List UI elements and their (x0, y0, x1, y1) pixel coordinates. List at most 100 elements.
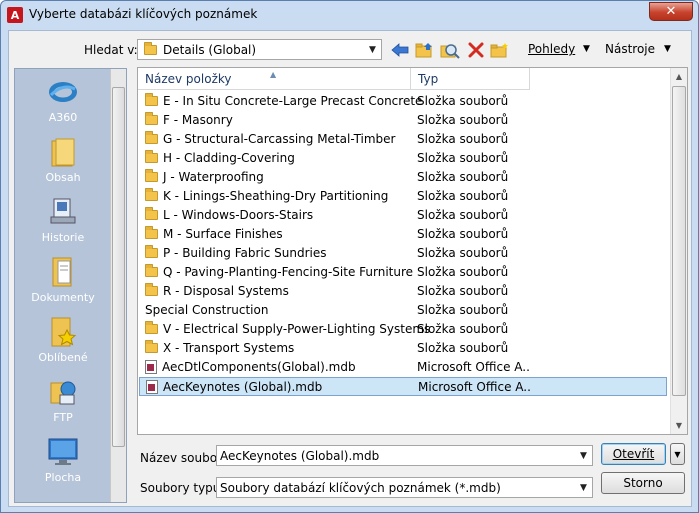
file-list-row[interactable]: X - Transport Systems Složka souborů (139, 339, 667, 358)
file-list-row[interactable]: L - Windows-Doors-Stairs Složka souborů (139, 206, 667, 225)
tools-label: Nástroje (605, 42, 656, 56)
folder-icon (145, 264, 158, 277)
file-name-cell: AecDtlComponents(Global).mdb (145, 360, 356, 374)
folder-icon (145, 131, 158, 144)
folder-icon (145, 188, 158, 201)
chevron-down-icon[interactable]: ▼ (364, 40, 381, 59)
file-type-cell: Složka souborů (417, 132, 509, 146)
scroll-up-icon[interactable]: ▲ (671, 68, 687, 85)
access-database-icon (145, 360, 157, 374)
close-icon: ✕ (665, 4, 677, 19)
file-type-cell: Složka souborů (417, 94, 509, 108)
file-list-row[interactable]: AecKeynotes (Global).mdb Microsoft Office… (139, 377, 667, 396)
place-a360[interactable]: A360 (15, 77, 111, 124)
back-arrow-icon[interactable] (389, 40, 411, 60)
place-label: Dokumenty (31, 291, 95, 304)
file-name-cell: H - Cladding-Covering (145, 150, 295, 165)
look-in-combo[interactable]: Details (Global) ▼ (137, 39, 382, 60)
a360-icon (47, 77, 79, 107)
file-list-row[interactable]: P - Building Fabric Sundries Složka soubo… (139, 244, 667, 263)
file-type-cell: Složka souborů (417, 265, 509, 279)
file-name-cell: K - Linings-Sheathing-Dry Partitioning (145, 188, 389, 203)
file-type-cell: Složka souborů (417, 151, 509, 165)
file-list-scrollbar[interactable]: ▲ ▼ (670, 68, 687, 434)
file-name-label: Special Construction (145, 303, 269, 317)
history-icon (47, 197, 79, 227)
file-list-row[interactable]: E - In Situ Concrete-Large Precast Concr… (139, 92, 667, 111)
filename-combo[interactable]: AecKeynotes (Global).mdb ▼ (216, 445, 593, 466)
chevron-down-icon[interactable]: ▼ (575, 478, 592, 497)
places-scrollbar[interactable] (110, 69, 126, 502)
views-chevron-down-icon[interactable]: ▼ (583, 44, 590, 54)
file-type-cell: Složka souborů (417, 284, 509, 298)
file-type-cell: Složka souborů (417, 227, 509, 241)
search-web-icon[interactable] (439, 40, 461, 60)
place-historie[interactable]: Historie (15, 197, 111, 244)
file-name-label: F - Masonry (163, 113, 233, 127)
file-type-cell: Složka souborů (417, 322, 509, 336)
up-folder-icon[interactable] (414, 40, 436, 60)
folder-icon (145, 321, 158, 334)
folder-icon (145, 150, 158, 163)
chevron-down-icon[interactable]: ▼ (575, 446, 592, 465)
file-name-label: L - Windows-Doors-Stairs (163, 208, 314, 222)
file-type-cell: Složka souborů (417, 208, 509, 222)
autocad-logo-icon: A (7, 7, 23, 23)
file-list-row[interactable]: R - Disposal Systems Složka souborů (139, 282, 667, 301)
column-header-type[interactable]: Typ (411, 68, 530, 90)
new-folder-icon[interactable] (489, 40, 511, 60)
file-type-cell: Microsoft Office A... (418, 380, 530, 394)
file-type-cell: Složka souborů (417, 303, 509, 317)
views-label: Pohledy (528, 42, 576, 56)
file-list-row[interactable]: K - Linings-Sheathing-Dry Partitioning Sl… (139, 187, 667, 206)
places-scroll-thumb[interactable] (112, 87, 125, 447)
file-name-cell: V - Electrical Supply-Power-Lighting Sys… (145, 321, 430, 336)
filetype-combo[interactable]: Soubory databází klíčových poznámek (*.m… (216, 477, 593, 498)
place-dokumenty[interactable]: Dokumenty (15, 257, 111, 304)
sort-ascending-icon: ▲ (270, 70, 277, 79)
tools-chevron-down-icon[interactable]: ▼ (664, 44, 671, 54)
chevron-down-icon: ▼ (674, 449, 681, 459)
column-header-label: Název položky (145, 72, 232, 86)
file-name-label: AecDtlComponents(Global).mdb (162, 360, 356, 374)
place-label: Historie (41, 231, 85, 244)
file-list-row[interactable]: F - Masonry Složka souborů (139, 111, 667, 130)
file-list-row[interactable]: M - Surface Finishes Složka souborů (139, 225, 667, 244)
title-bar[interactable]: A Vyberte databázi klíčových poznámek ✕ (1, 1, 698, 29)
file-name-cell: G - Structural-Carcassing Metal-Timber (145, 131, 395, 146)
place-plocha[interactable]: Plocha (15, 437, 111, 484)
filetype-value: Soubory databází klíčových poznámek (*.m… (220, 481, 501, 495)
place-ftp[interactable]: FTP (15, 377, 111, 424)
folder-icon (145, 112, 158, 125)
file-name-label: E - In Situ Concrete-Large Precast Concr… (163, 94, 423, 108)
file-name-cell: Q - Paving-Planting-Fencing-Site Furnitu… (145, 264, 413, 279)
tools-menu[interactable]: Nástroje (605, 42, 655, 56)
desktop-icon (47, 437, 79, 467)
file-list-row[interactable]: J - Waterproofing Složka souborů (139, 168, 667, 187)
delete-icon[interactable] (465, 40, 487, 60)
file-list-row[interactable]: V - Electrical Supply-Power-Lighting Sys… (139, 320, 667, 339)
access-database-icon (146, 380, 158, 394)
cancel-button[interactable]: Storno (601, 472, 685, 494)
scroll-down-icon[interactable]: ▼ (671, 417, 687, 434)
place-obsah[interactable]: Obsah (15, 137, 111, 184)
place-label: Plocha (44, 471, 82, 484)
file-name-cell: J - Waterproofing (145, 169, 264, 184)
file-list-row[interactable]: Q - Paving-Planting-Fencing-Site Furnitu… (139, 263, 667, 282)
file-list-scroll-thumb[interactable] (672, 86, 686, 396)
file-list-row[interactable]: G - Structural-Carcassing Metal-Timber Sl… (139, 130, 667, 149)
file-list-row[interactable]: AecDtlComponents(Global).mdb Microsoft Of… (139, 358, 667, 377)
file-name-label: K - Linings-Sheathing-Dry Partitioning (163, 189, 389, 203)
file-list-row[interactable]: H - Cladding-Covering Složka souborů (139, 149, 667, 168)
folder-icon (145, 340, 158, 353)
open-button[interactable]: Otevřít (601, 443, 666, 465)
place-oblibene[interactable]: Oblíbené (15, 317, 111, 364)
close-button[interactable]: ✕ (649, 2, 693, 21)
folder-icon (145, 169, 158, 182)
file-list: ▲ Název položky Typ E - In Situ Concrete… (137, 67, 688, 435)
file-list-row[interactable]: Special Construction Složka souborů (139, 301, 667, 320)
open-options-button[interactable]: ▼ (670, 443, 685, 465)
views-menu[interactable]: Pohledy (528, 42, 575, 56)
column-header-name[interactable]: ▲ Název položky (138, 68, 411, 90)
place-label: Obsah (45, 171, 81, 184)
